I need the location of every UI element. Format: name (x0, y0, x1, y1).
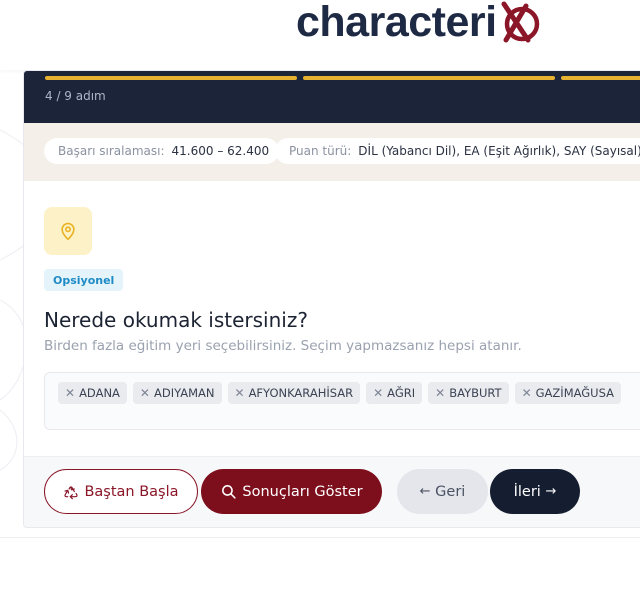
progress-segment (561, 76, 640, 80)
brand-wordmark: characteri (296, 0, 497, 46)
back-label: Geri (435, 483, 466, 500)
progress-segment (45, 76, 297, 80)
selected-tag: ✕ ADIYAMAN (132, 382, 222, 404)
remove-tag-icon[interactable]: ✕ (373, 386, 383, 400)
brand-x-icon (501, 1, 539, 43)
arrow-right-icon: → (545, 484, 557, 499)
filter-chip-value: 41.600 – 62.400 (171, 144, 270, 158)
progress-panel: 4 / 9 adım (24, 71, 640, 123)
question-icon-box (44, 207, 92, 255)
tag-label: BAYBURT (449, 386, 502, 400)
filter-chip-label: Başarı sıralaması: (58, 144, 165, 158)
restart-label: Baştan Başla (84, 483, 179, 500)
filter-chip-ranking[interactable]: Başarı sıralaması: 41.600 – 62.400 (44, 138, 280, 164)
selected-tag: ✕ ADANA (58, 382, 127, 404)
remove-tag-icon[interactable]: ✕ (435, 386, 445, 400)
filter-chip-value: DİL (Yabancı Dil), EA (Eşit Ağırlık), SA… (358, 144, 640, 158)
question-title: Nerede okumak istersiniz? (44, 308, 308, 332)
tag-label: AFYONKARAHİSAR (248, 386, 354, 400)
selected-tags: ✕ ADANA ✕ ADIYAMAN ✕ AFYONKARAHİSAR ✕ AĞRI ✕… (58, 382, 621, 404)
location-pin-icon (61, 222, 75, 241)
remove-tag-icon[interactable]: ✕ (65, 386, 75, 400)
search-icon (222, 485, 237, 499)
remove-tag-icon[interactable]: ✕ (522, 386, 532, 400)
question-hint: Birden fazla eğitim yeri seçebilirsiniz.… (44, 338, 522, 354)
selected-tag: ✕ BAYBURT (428, 382, 509, 404)
optional-badge: Opsiyonel (44, 269, 124, 291)
question-card: 4 / 9 adım Başarı sıralaması: 41.600 – 6… (23, 70, 640, 528)
tag-label: AĞRI (387, 386, 416, 400)
back-button[interactable]: ← Geri (397, 469, 488, 514)
remove-tag-icon[interactable]: ✕ (140, 386, 150, 400)
progress-bar (45, 76, 640, 80)
restart-button[interactable]: Baştan Başla (44, 469, 198, 514)
tag-label: ADIYAMAN (153, 386, 215, 400)
selected-tag: ✕ AĞRI (366, 382, 423, 404)
selected-tag: ✕ GAZİMAĞUSA (514, 382, 621, 404)
tag-label: ADANA (79, 386, 120, 400)
show-results-button[interactable]: Sonuçları Göster (201, 469, 382, 514)
recycle-icon (64, 485, 79, 499)
tag-label: GAZİMAĞUSA (535, 386, 614, 400)
filter-summary-bar: Başarı sıralaması: 41.600 – 62.400 Puan … (24, 123, 640, 181)
card-footer: Baştan Başla Sonuçları Göster ← Geri İle… (24, 456, 640, 527)
site-header: characteri (0, 0, 640, 70)
location-multiselect[interactable]: ✕ ADANA ✕ ADIYAMAN ✕ AFYONKARAHİSAR ✕ AĞRI ✕… (44, 372, 640, 430)
remove-tag-icon[interactable]: ✕ (235, 386, 245, 400)
brand-logo[interactable]: characteri (296, 0, 542, 44)
show-results-label: Sonuçları Göster (242, 483, 363, 500)
next-button[interactable]: İleri → (490, 469, 580, 514)
arrow-left-icon: ← (419, 484, 431, 499)
next-label: İleri (513, 483, 541, 500)
progress-segment (303, 76, 555, 80)
step-counter: 4 / 9 adım (45, 89, 106, 103)
filter-chip-score-type[interactable]: Puan türü: DİL (Yabancı Dil), EA (Eşit A… (275, 138, 640, 164)
page-divider (0, 537, 640, 538)
filter-chip-label: Puan türü: (289, 144, 352, 158)
selected-tag: ✕ AFYONKARAHİSAR (227, 382, 361, 404)
